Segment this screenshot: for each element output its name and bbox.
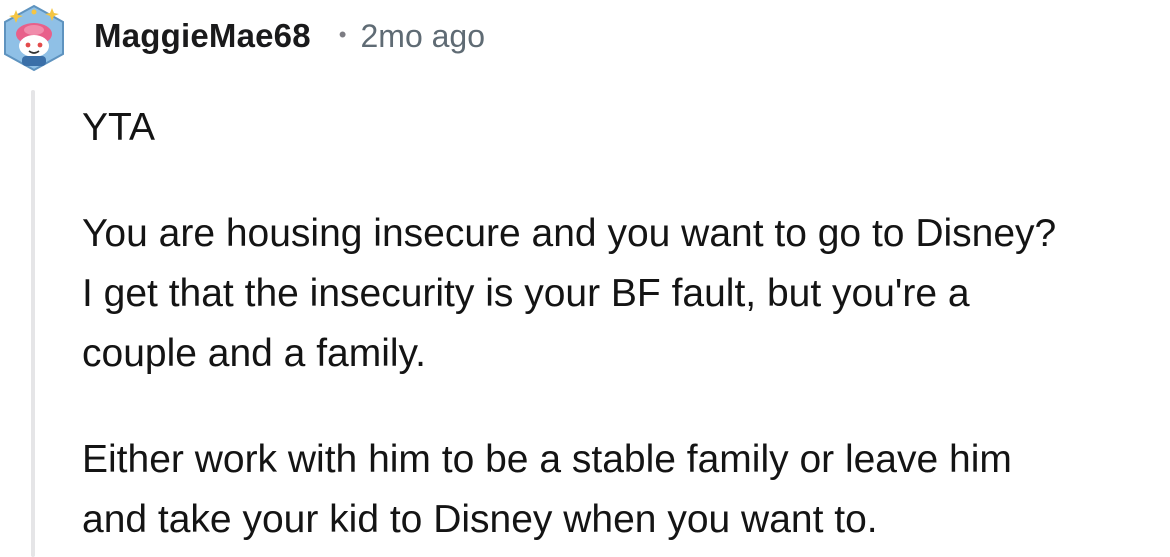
comment: MaggieMae68 • 2mo ago YTA You are housin… xyxy=(0,0,1170,557)
comment-paragraph: You are housing insecure and you want to… xyxy=(82,212,1057,375)
comment-timestamp[interactable]: 2mo ago xyxy=(360,18,485,55)
comment-header: MaggieMae68 • 2mo ago xyxy=(94,14,485,58)
comment-paragraph: YTA xyxy=(82,106,155,149)
meta-separator: • xyxy=(338,22,347,47)
thread-line[interactable] xyxy=(31,90,35,557)
author-username[interactable]: MaggieMae68 xyxy=(94,17,311,55)
comment-body: YTA You are housing insecure and you wan… xyxy=(82,98,1170,550)
comment-paragraph: Either work with him to be a stable fami… xyxy=(82,438,1012,541)
avatar[interactable] xyxy=(2,4,66,72)
snoo-avatar-icon xyxy=(4,4,64,72)
